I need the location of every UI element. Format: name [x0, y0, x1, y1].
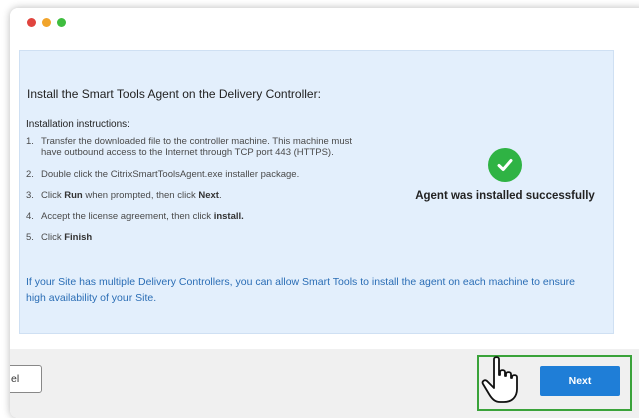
status-message: Agent was installed successfully [415, 190, 595, 202]
hand-pointer-icon [481, 356, 518, 403]
step-item: 4. Accept the license agreement, then cl… [26, 211, 244, 222]
install-instructions-panel: Install the Smart Tools Agent on the Del… [19, 50, 614, 334]
install-status: Agent was installed successfully [395, 148, 615, 202]
instructions-subheading: Installation instructions: [26, 119, 130, 130]
minimize-window-dot[interactable] [42, 18, 51, 27]
check-circle-icon [488, 148, 522, 182]
instruction-steps: 1. Transfer the downloaded file to the c… [26, 136, 361, 243]
step-item: 1. Transfer the downloaded file to the c… [26, 136, 353, 158]
checkmark-glyph [497, 159, 513, 171]
step-item: 2. Double click the CitrixSmartToolsAgen… [26, 169, 300, 180]
content-area: Install the Smart Tools Agent on the Del… [10, 36, 639, 349]
step-item: 5. Click Finish [26, 232, 93, 243]
title-bar [10, 8, 639, 36]
page-title: Install the Smart Tools Agent on the Del… [27, 87, 321, 101]
cancel-button[interactable]: el [10, 365, 42, 393]
maximize-window-dot[interactable] [57, 18, 66, 27]
multi-controller-note: If your Site has multiple Delivery Contr… [26, 276, 575, 304]
close-window-dot[interactable] [27, 18, 36, 27]
app-window: Install the Smart Tools Agent on the Del… [10, 8, 639, 418]
next-button[interactable]: Next [540, 366, 620, 396]
step-item: 3. Click Run when prompted, then click N… [26, 190, 222, 201]
